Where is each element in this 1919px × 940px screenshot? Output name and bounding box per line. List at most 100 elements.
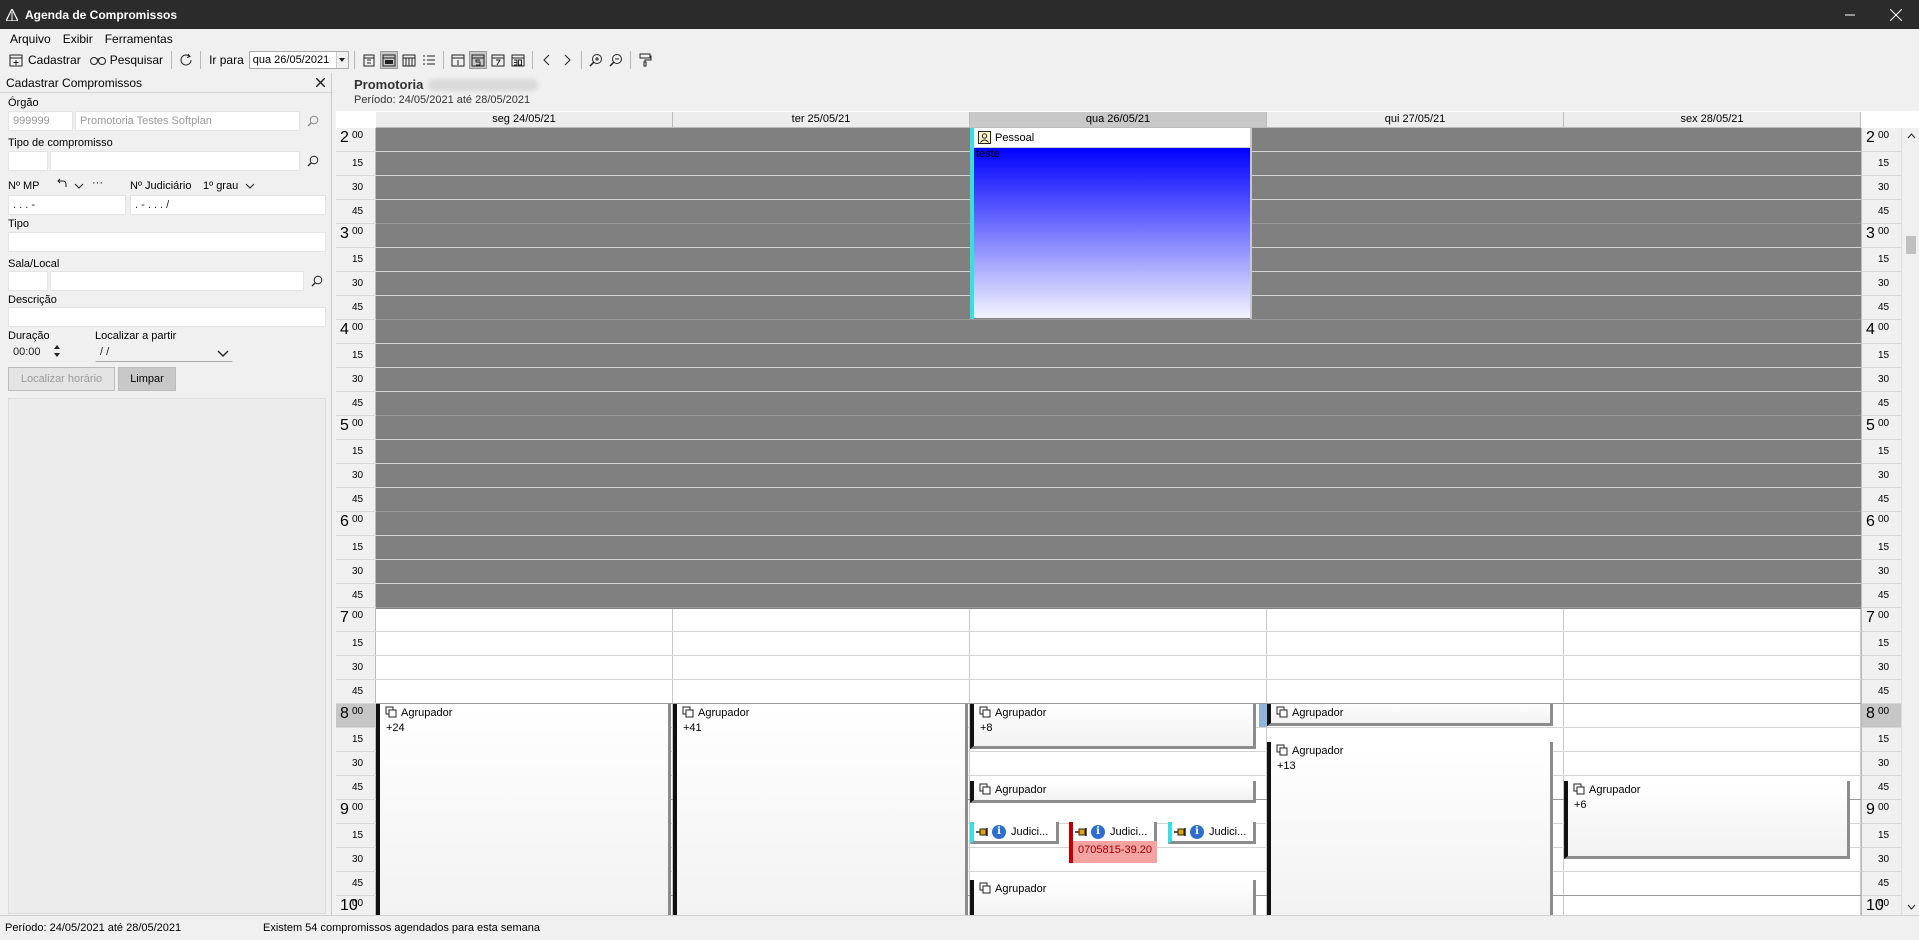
- paint-brush-icon[interactable]: [636, 51, 654, 69]
- slot-line: [1564, 607, 1861, 608]
- slot-line: [1267, 175, 1564, 176]
- localizar-horario-button[interactable]: Localizar horário: [8, 367, 115, 391]
- agrupador-event[interactable]: Agrupador +13: [1267, 742, 1553, 915]
- slot-line: [376, 343, 673, 344]
- chevron-left-icon[interactable]: [538, 51, 556, 69]
- quarter-minutes: 30: [1878, 758, 1890, 769]
- menu-ferramentas[interactable]: Ferramentas: [99, 32, 179, 46]
- dropdown-arrow-icon[interactable]: [335, 52, 348, 68]
- localizar-partir-field[interactable]: / /: [95, 342, 233, 362]
- group-icon: [681, 706, 695, 720]
- menu-exibir[interactable]: Exibir: [57, 32, 99, 46]
- day-header-fri[interactable]: sex 28/05/21: [1564, 112, 1861, 128]
- limpar-button[interactable]: Limpar: [118, 367, 176, 391]
- sala-search-icon[interactable]: [308, 272, 326, 290]
- quarter-minutes: 15: [352, 446, 364, 457]
- day-header-tue[interactable]: ter 25/05/21: [673, 112, 970, 128]
- quarter-minutes: 15: [352, 830, 364, 841]
- day-column-fri[interactable]: Agrupador +6: [1564, 128, 1861, 915]
- pesquisar-button[interactable]: Pesquisar: [86, 50, 166, 70]
- hour-label: 4 00: [336, 320, 376, 344]
- slot-line: [970, 415, 1267, 416]
- day-column-wed[interactable]: Pessoal teste Agrupador +8 Agrupador i J…: [970, 128, 1267, 915]
- judicial-event[interactable]: i Judici...: [970, 822, 1059, 844]
- orgao-name-field[interactable]: Promotoria Testes Softplan: [75, 111, 300, 131]
- view-day-icon[interactable]: [360, 51, 378, 69]
- scroll-down-icon[interactable]: [1902, 899, 1919, 915]
- calendar-1-icon[interactable]: [449, 51, 467, 69]
- slot-line: [376, 679, 673, 680]
- goto-date-select[interactable]: qua 26/05/2021: [248, 51, 349, 69]
- tipo-compromisso-search-icon[interactable]: [304, 152, 322, 170]
- agrupador-event[interactable]: Agrupador: [970, 880, 1256, 915]
- list-icon[interactable]: [420, 51, 438, 69]
- quarter-minutes: 45: [352, 206, 364, 217]
- pessoal-event[interactable]: Pessoal teste: [970, 128, 1252, 319]
- orgao-code-field[interactable]: 999999: [8, 111, 73, 131]
- vertical-scrollbar[interactable]: [1901, 128, 1919, 915]
- agrupador-event[interactable]: Agrupador +24: [376, 704, 671, 915]
- tipo-field[interactable]: [8, 232, 326, 252]
- agrupador-event[interactable]: Agrupador: [970, 781, 1256, 803]
- slot-line: [1564, 271, 1861, 272]
- title-bar: Agenda de Compromissos: [0, 0, 1919, 29]
- hour-label: 10 00: [336, 896, 376, 915]
- day-header-mon[interactable]: seg 24/05/21: [376, 112, 673, 128]
- calendar-header: Promotoria Período: 24/05/2021 até 28/05…: [336, 73, 1919, 111]
- tipo-compromisso-name-field[interactable]: [50, 151, 300, 171]
- view-workweek-icon[interactable]: [379, 51, 398, 69]
- sala-code-field[interactable]: [8, 271, 48, 291]
- nmp-field[interactable]: . . . -: [8, 195, 126, 215]
- agrupador-event[interactable]: Agrupador +41: [673, 704, 968, 915]
- tipo-compromisso-code-field[interactable]: [8, 151, 48, 171]
- hour-number: 9: [340, 801, 349, 818]
- undo-icon[interactable]: [56, 177, 68, 192]
- close-button[interactable]: [1873, 0, 1919, 29]
- agrupador-event[interactable]: Agrupador +6: [1564, 781, 1850, 859]
- chevron-right-icon[interactable]: [558, 51, 576, 69]
- hour-number: 5: [1866, 417, 1875, 434]
- localizar-partir-dropdown-icon[interactable]: [217, 347, 229, 361]
- grau-dropdown-icon[interactable]: [245, 179, 255, 193]
- scroll-up-icon[interactable]: [1902, 128, 1919, 144]
- calendar-30-icon[interactable]: [509, 51, 527, 69]
- quarter-label: 45: [1862, 488, 1902, 512]
- quarter-label: 45: [1862, 200, 1902, 224]
- zoom-in-icon[interactable]: [587, 51, 605, 69]
- judicial-event[interactable]: i Judici...: [1168, 822, 1256, 844]
- day-column-mon[interactable]: Agrupador +24: [376, 128, 673, 915]
- calendar-5-icon[interactable]: [468, 51, 487, 69]
- menu-arquivo[interactable]: Arquivo: [4, 32, 57, 46]
- zoom-out-icon[interactable]: [607, 51, 625, 69]
- scrollbar-thumb[interactable]: [1906, 236, 1916, 254]
- toolbar-separator: [580, 51, 582, 69]
- nmp-more-button[interactable]: ···: [92, 177, 103, 189]
- quarter-label: 30: [1862, 176, 1902, 200]
- agrupador-event[interactable]: Agrupador +8: [970, 704, 1256, 749]
- descricao-field[interactable]: [8, 307, 326, 327]
- njud-field[interactable]: . - . . . /: [130, 195, 326, 215]
- day-column-thu[interactable]: Agrupador Agrupador +13: [1267, 128, 1564, 915]
- cadastrar-button[interactable]: Cadastrar: [4, 50, 84, 70]
- panel-close-icon[interactable]: [315, 76, 326, 90]
- chevron-down-icon[interactable]: [74, 179, 84, 193]
- duracao-spinner-icon[interactable]: [52, 343, 62, 362]
- day-column-tue[interactable]: Agrupador +41: [673, 128, 970, 915]
- minimize-button[interactable]: [1827, 0, 1873, 29]
- slot-line: [376, 391, 673, 392]
- slot-line: [1564, 727, 1861, 728]
- slot-line: [376, 655, 673, 656]
- agrupador-count: +24: [386, 722, 405, 734]
- cadastrar-panel: Cadastrar Compromissos Órgão 999999 Prom…: [0, 73, 332, 915]
- view-week-icon[interactable]: [400, 51, 418, 69]
- orgao-search-icon[interactable]: [304, 112, 322, 130]
- calendar-7-icon[interactable]: [489, 51, 507, 69]
- toolbar-separator: [200, 51, 202, 69]
- sala-name-field[interactable]: [50, 271, 304, 291]
- day-header-thu[interactable]: qui 27/05/21: [1267, 112, 1564, 128]
- day-header-wed[interactable]: qua 26/05/21: [970, 112, 1267, 128]
- agrupador-event[interactable]: Agrupador: [1267, 704, 1553, 726]
- hour-minutes: 00: [1878, 418, 1890, 429]
- refresh-icon[interactable]: [177, 51, 195, 69]
- org-title: Promotoria: [354, 77, 424, 92]
